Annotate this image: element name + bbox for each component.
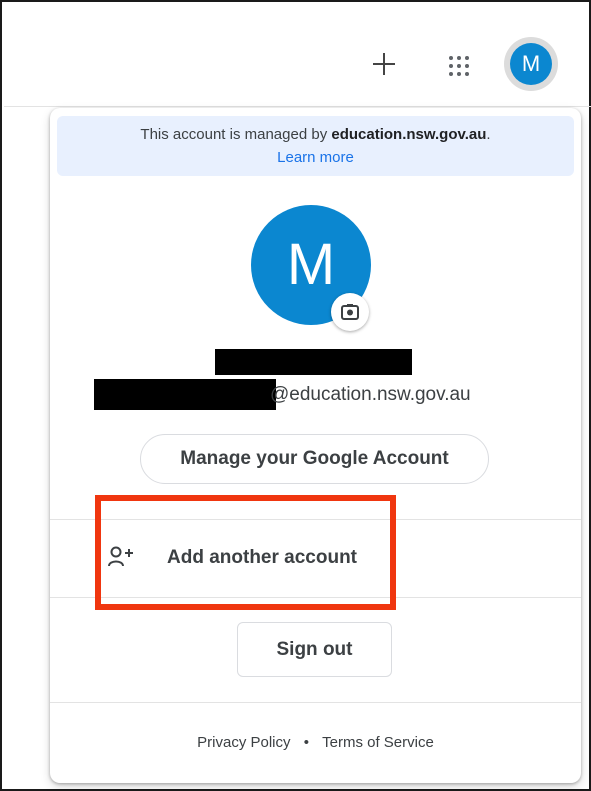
apps-grid-icon[interactable] (447, 54, 471, 78)
privacy-policy-link[interactable]: Privacy Policy (197, 734, 290, 751)
top-bar: M (4, 4, 591, 107)
add-another-account-row[interactable]: Add another account (50, 520, 581, 596)
popup-footer: Privacy Policy • Terms of Service (50, 734, 581, 751)
plus-icon[interactable] (372, 52, 396, 76)
redacted-name (215, 349, 412, 375)
account-popup: This account is managed by education.nsw… (50, 108, 581, 783)
manage-google-account-button[interactable]: Manage your Google Account (140, 434, 489, 484)
managed-account-banner: This account is managed by education.nsw… (57, 116, 574, 176)
terms-of-service-link[interactable]: Terms of Service (322, 734, 434, 751)
managed-account-text: This account is managed by education.nsw… (57, 126, 574, 143)
learn-more-link[interactable]: Learn more (57, 149, 574, 166)
screen-frame: M This account is managed by education.n… (0, 0, 591, 791)
email-domain: @education.nsw.gov.au (270, 384, 471, 405)
account-avatar-button[interactable]: M (510, 43, 552, 85)
footer-separator: • (303, 734, 309, 751)
redacted-email-user (94, 379, 276, 410)
add-another-account-label: Add another account (167, 547, 358, 568)
person-add-icon (108, 546, 133, 567)
managed-domain: education.nsw.gov.au (331, 126, 487, 143)
sign-out-button[interactable]: Sign out (237, 622, 392, 677)
change-photo-button[interactable] (331, 293, 369, 331)
managed-suffix: . (486, 126, 491, 143)
divider-bottom (50, 702, 581, 703)
camera-icon (341, 304, 359, 320)
managed-prefix: This account is managed by (140, 126, 332, 143)
divider-middle (50, 597, 581, 598)
